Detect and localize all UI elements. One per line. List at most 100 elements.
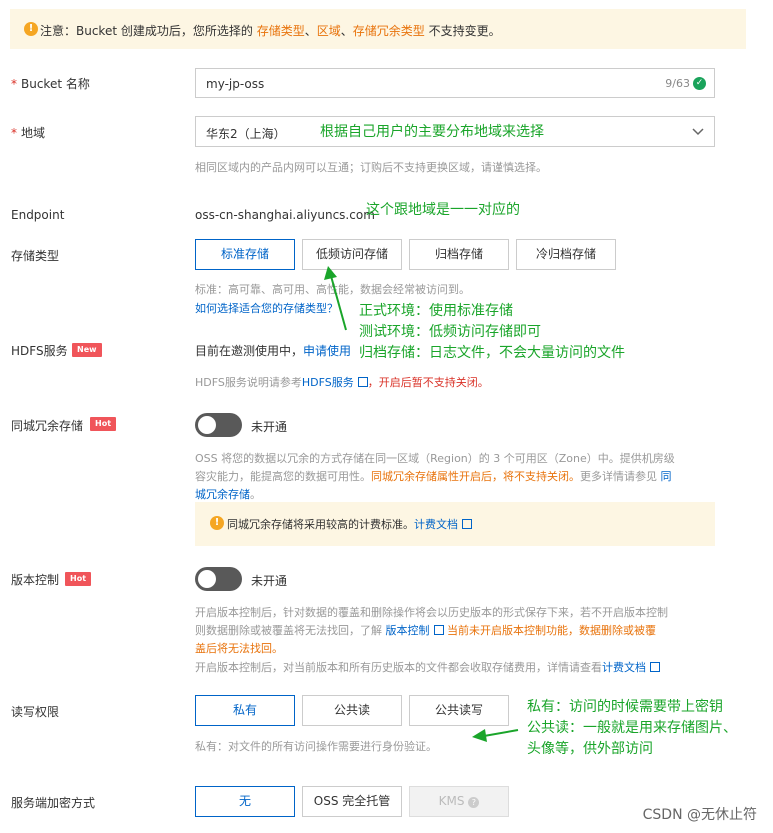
warning-icon: ! <box>210 516 224 530</box>
zrs-toggle[interactable] <box>195 413 242 437</box>
acl-annotation-line: 私有：访问的时候需要带上密钥 <box>527 699 723 715</box>
notice-sep: 、 <box>340 24 353 38</box>
notice-banner: ! 注意：Bucket 创建成功后，您所选择的 存储类型、区域、存储冗余类型 不… <box>10 9 746 49</box>
zrs-desc-warning: 同城冗余存储属性开启后，将不支持关闭。 <box>371 470 580 483</box>
hot-badge: Hot <box>90 417 117 431</box>
storage-class-help-link[interactable]: 如何选择适合您的存储类型？ <box>195 300 338 316</box>
arrow-annotation <box>324 266 347 331</box>
required-mark: * <box>11 126 17 140</box>
external-link-icon <box>357 377 368 387</box>
billing-doc-link[interactable]: 计费文档 <box>414 518 458 531</box>
billing-doc-link[interactable]: 计费文档 <box>602 661 646 674</box>
check-icon: ✓ <box>693 77 706 90</box>
encryption-label: 服务端加密方式 <box>11 796 96 810</box>
zrs-desc-line: 容灾能力，能提高您的数据可用性。同城冗余存储属性开启后，将不支持关闭。更多详情请… <box>195 468 672 484</box>
storage-annotation-line: 正式环境：使用标准存储 <box>359 303 513 319</box>
bucket-name-label: * Bucket 名称 <box>11 75 90 92</box>
external-link-icon <box>462 519 472 529</box>
hdfs-hint-warning: ，开启后暂不支持关闭。 <box>367 376 489 389</box>
versioning-desc-line: 则数据删除或被覆盖将无法找回，了解 版本控制 当前未开启版本控制功能，数据删除或… <box>195 622 656 638</box>
zrs-desc-text: 容灾能力，能提高您的数据可用性。 <box>195 470 371 483</box>
notice-prefix: 注意：Bucket 创建成功后，您所选择的 <box>40 24 257 38</box>
zrs-desc-text: 更多详情请参见 <box>580 470 661 483</box>
required-mark: * <box>11 77 17 91</box>
acl-annotation-line: 公共读：一般就是用来存储图片、 <box>527 720 737 736</box>
new-badge: New <box>72 343 102 357</box>
storage-class-label: 存储类型 <box>11 249 60 263</box>
region-hint: 相同区域内的产品内网可以互通；订购后不支持更换区域，请谨慎选择。 <box>195 161 547 174</box>
kms-label: KMS <box>438 794 465 808</box>
storage-archive-button[interactable]: 归档存储 <box>409 239 509 270</box>
encryption-none-button[interactable]: 无 <box>195 786 295 817</box>
acl-public-read-write-button[interactable]: 公共读写 <box>409 695 509 726</box>
zrs-billing-box: ! 同城冗余存储将采用较高的计费标准。计费文档 <box>195 502 715 546</box>
zrs-desc-line: OSS 将您的数据以冗余的方式存储在同一区域（Region）的 3 个可用区（Z… <box>195 452 675 465</box>
warning-icon: ! <box>24 22 38 36</box>
storage-cold-archive-button[interactable]: 冷归档存储 <box>516 239 616 270</box>
versioning-doc-link[interactable]: 版本控制 <box>386 624 430 637</box>
endpoint-label: Endpoint <box>11 208 65 222</box>
storage-ia-button[interactable]: 低频访问存储 <box>302 239 402 270</box>
notice-suffix: 不支持变更。 <box>424 24 501 38</box>
zrs-billing-text: 同城冗余存储将采用较高的计费标准。计费文档 <box>227 516 472 532</box>
hdfs-hint: HDFS服务说明请参考HDFS服务 ，开启后暂不支持关闭。 <box>195 374 489 390</box>
encryption-oss-managed-button[interactable]: OSS 完全托管 <box>302 786 402 817</box>
zrs-box-text: 同城冗余存储将采用较高的计费标准。 <box>227 518 414 531</box>
toggle-knob <box>198 570 216 588</box>
versioning-toggle-label: 未开通 <box>251 574 288 588</box>
char-count: 9/63 <box>665 77 690 90</box>
notice-text: 注意：Bucket 创建成功后，您所选择的 存储类型、区域、存储冗余类型 不支持… <box>40 22 501 39</box>
zrs-label: 同城冗余存储 <box>11 419 84 433</box>
external-link-icon <box>650 662 660 672</box>
versioning-label: 版本控制 <box>11 573 60 587</box>
region-value: 华东2（上海） <box>206 127 286 141</box>
versioning-toggle[interactable] <box>195 567 242 591</box>
notice-highlight-redundancy: 存储冗余类型 <box>352 24 425 38</box>
hdfs-hint-text: HDFS服务说明请参考 <box>195 376 302 389</box>
hdfs-text: 目前在邀测使用中， <box>195 344 304 358</box>
region-label-text: 地域 <box>21 126 46 140</box>
notice-highlight-storage: 存储类型 <box>256 24 305 38</box>
bucket-name-label-text: Bucket 名称 <box>21 77 90 91</box>
bucket-name-input[interactable]: my-jp-oss 9/63 ✓ <box>195 68 715 98</box>
zrs-desc-text: 。 <box>250 488 261 501</box>
help-icon: ? <box>468 797 480 808</box>
hdfs-apply-link[interactable]: 申请使用 <box>303 344 351 358</box>
versioning-warning: 当前未开启版本控制功能，数据删除或被覆 <box>447 624 656 637</box>
endpoint-value: oss-cn-shanghai.aliyuncs.com <box>195 208 375 222</box>
zrs-doc-link[interactable]: 同 <box>661 470 672 483</box>
chevron-down-icon <box>692 128 704 136</box>
encryption-kms-button[interactable]: KMS ? <box>409 786 509 817</box>
acl-annotation-line: 头像等，供外部访问 <box>527 741 653 757</box>
acl-label: 读写权限 <box>11 705 60 719</box>
arrow-annotation <box>472 729 519 742</box>
notice-highlight-region: 区域 <box>316 24 341 38</box>
versioning-warning: 盖后将无法找回。 <box>195 642 283 655</box>
toggle-knob <box>198 416 216 434</box>
storage-annotation-line: 归档存储：日志文件，不会大量访问的文件 <box>359 345 625 361</box>
notice-sep: 、 <box>304 24 317 38</box>
bucket-name-value: my-jp-oss <box>206 77 265 91</box>
versioning-desc-line: 盖后将无法找回。 <box>195 640 283 656</box>
versioning-desc-text: 则数据删除或被覆盖将无法找回，了解 <box>195 624 386 637</box>
versioning-desc-text: 开启版本控制后，对当前版本和所有历史版本的文件都会收取存储费用，详情请查看 <box>195 661 602 674</box>
acl-private-button[interactable]: 私有 <box>195 695 295 726</box>
hdfs-status: 目前在邀测使用中，申请使用 <box>195 342 351 359</box>
versioning-desc-line: 开启版本控制后，对当前版本和所有历史版本的文件都会收取存储费用，详情请查看计费文… <box>195 659 660 675</box>
acl-public-read-button[interactable]: 公共读 <box>302 695 402 726</box>
acl-hint: 私有：对文件的所有访问操作需要进行身份验证。 <box>195 740 437 753</box>
region-annotation: 根据自己用户的主要分布地域来选择 <box>320 124 544 140</box>
storage-annotation-line: 测试环境：低频访问存储即可 <box>359 324 541 340</box>
hot-badge: Hot <box>65 572 92 586</box>
hdfs-label: HDFS服务 <box>11 344 68 358</box>
region-label: * 地域 <box>11 124 45 141</box>
versioning-desc-line: 开启版本控制后，针对数据的覆盖和删除操作将会以历史版本的形式保存下来，若不开启版… <box>195 606 668 619</box>
endpoint-annotation: 这个跟地域是一一对应的 <box>366 202 520 218</box>
zrs-toggle-label: 未开通 <box>251 420 288 434</box>
zrs-desc-line: 城冗余存储。 <box>195 486 261 502</box>
external-link-icon <box>433 625 444 635</box>
storage-standard-button[interactable]: 标准存储 <box>195 239 295 270</box>
hdfs-doc-link[interactable]: HDFS服务 <box>302 376 354 389</box>
watermark: CSDN @无休止符 <box>642 807 757 823</box>
zrs-doc-link[interactable]: 城冗余存储 <box>195 488 250 501</box>
